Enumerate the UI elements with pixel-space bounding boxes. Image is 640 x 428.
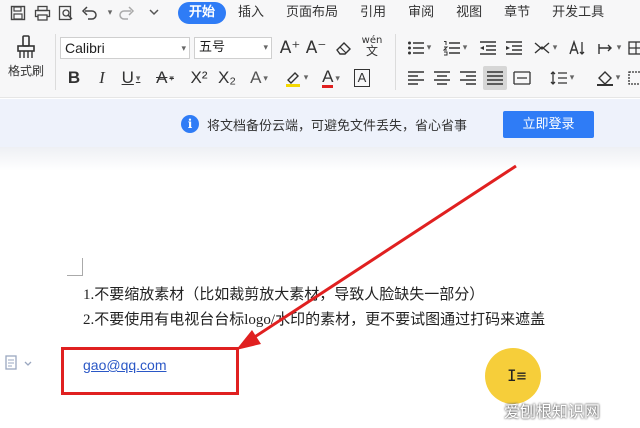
text-cursor-icon: I≡ <box>507 366 527 385</box>
site-watermark: 爱刨根知识网 <box>504 402 601 421</box>
annotation-arrow <box>236 164 517 350</box>
